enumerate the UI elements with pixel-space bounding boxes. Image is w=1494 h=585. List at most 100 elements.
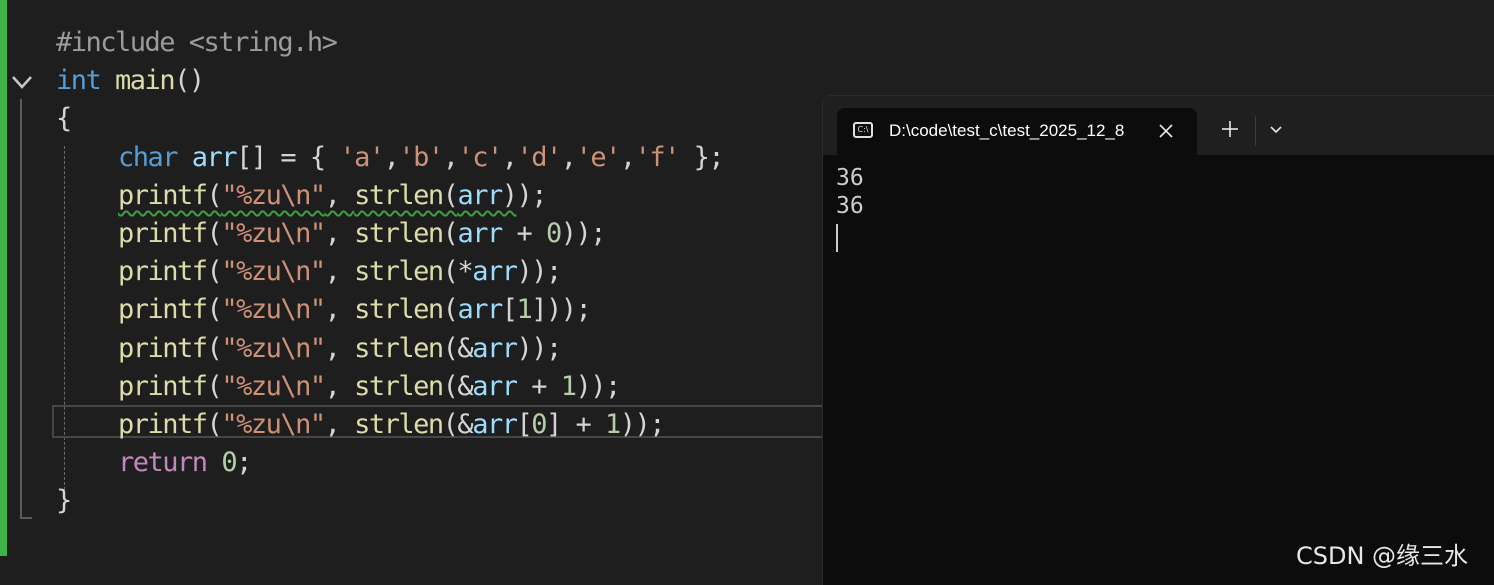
code-token: printf — [118, 370, 208, 402]
code-token: strlen — [354, 256, 444, 288]
code-line[interactable]: printf("%zu\n", strlen(*arr)); — [56, 253, 723, 291]
code-token: , — [324, 332, 355, 364]
terminal-output: 36 36 — [836, 164, 864, 220]
code-line[interactable]: printf("%zu\n", strlen(&arr)); — [56, 330, 723, 368]
code-token: 1 — [560, 370, 577, 402]
code-line[interactable]: { — [56, 100, 723, 138]
chevron-down-icon[interactable] — [10, 70, 34, 94]
code-token: [ — [516, 408, 532, 440]
tab-title: D:\code\test_c\test_2025_12_8 — [889, 121, 1125, 140]
code-line[interactable]: printf("%zu\n", strlen(&arr[0] + 1)); — [56, 406, 723, 444]
code-token: arr — [457, 217, 503, 249]
code-token: "%zu\n" — [221, 408, 326, 440]
code-token: )); — [619, 408, 666, 440]
code-token: "%zu\n" — [221, 256, 326, 288]
code-token: } — [56, 485, 72, 517]
code-token: #include <string.h> — [56, 27, 338, 58]
code-token: ( — [206, 294, 223, 326]
code-token: , — [324, 179, 355, 211]
code-token: { — [56, 103, 72, 135]
close-icon[interactable] — [1155, 120, 1177, 142]
terminal-titlebar: C:\ D:\code\test_c\test_2025_12_8 — [823, 96, 1494, 155]
code-token: arr — [472, 332, 518, 364]
code-token: ( — [206, 408, 223, 440]
terminal-icon: C:\ — [853, 122, 873, 138]
code-token: , — [619, 141, 636, 173]
code-token: printf — [118, 179, 208, 211]
code-token: (& — [442, 408, 474, 440]
code-token: "%zu\n" — [221, 332, 326, 364]
code-token: strlen — [354, 217, 444, 249]
code-token: ( — [206, 179, 223, 211]
code-token: (& — [442, 370, 474, 402]
code-token: + — [516, 370, 561, 402]
code-token: , — [324, 256, 355, 288]
code-token: (& — [442, 332, 474, 364]
code-token: ( — [206, 217, 223, 249]
code-token: 'b' — [398, 141, 444, 173]
code-token: int — [56, 65, 102, 97]
code-line[interactable]: printf("%zu\n", strlen(arr + 0)); — [56, 215, 723, 253]
code-token: return — [118, 447, 208, 479]
code-token: ; — [236, 447, 252, 479]
code-token: strlen — [354, 332, 444, 364]
text-cursor — [836, 224, 838, 252]
code-token: ) — [501, 179, 518, 211]
plus-icon[interactable] — [1219, 118, 1241, 140]
code-token: 0 — [221, 447, 237, 479]
code-token: ( — [442, 217, 459, 249]
code-token: [ — [501, 294, 518, 326]
code-token: main — [115, 65, 176, 97]
chevron-down-icon[interactable] — [1265, 118, 1287, 140]
fold-range-line — [20, 99, 22, 519]
titlebar-divider — [1255, 116, 1256, 146]
code-token: )); — [560, 217, 607, 249]
code-token: printf — [118, 408, 208, 440]
terminal-window[interactable]: C:\ D:\code\test_c\test_2025_12_8 36 36 — [822, 95, 1494, 585]
code-token: ( — [206, 332, 223, 364]
code-token: arr — [457, 294, 503, 326]
code-line[interactable]: #include <string.h> — [56, 24, 723, 62]
code-token: 'd' — [516, 141, 563, 173]
code-line[interactable]: printf("%zu\n", strlen(arr)); — [56, 177, 723, 215]
code-token: [] = { — [236, 141, 340, 173]
code-line[interactable]: return 0; — [56, 444, 723, 482]
code-token: , — [442, 141, 459, 173]
code-token: (* — [442, 256, 474, 288]
terminal-tab[interactable]: C:\ D:\code\test_c\test_2025_12_8 — [837, 108, 1197, 155]
code-token: printf — [118, 332, 208, 364]
code-token: )); — [516, 256, 562, 288]
code-line[interactable]: printf("%zu\n", strlen(arr[1])); — [56, 291, 723, 329]
code-token: strlen — [354, 294, 444, 326]
code-token: char — [118, 141, 179, 173]
code-token: printf — [118, 217, 208, 249]
output-line: 36 — [836, 193, 864, 219]
code-token: printf — [118, 294, 208, 326]
code-token: ( — [206, 370, 223, 402]
code-token: ( — [206, 256, 223, 288]
code-token: printf — [118, 256, 208, 288]
code-token: "%zu\n" — [221, 294, 326, 326]
code-token: arr — [457, 179, 503, 211]
fold-range-end — [20, 517, 32, 519]
code-token: ( — [442, 179, 459, 211]
code-token: arr — [472, 256, 518, 288]
code-token: + — [501, 217, 546, 249]
code-token: ); — [516, 179, 547, 211]
code-token: () — [174, 65, 205, 97]
code-token: arr — [472, 370, 518, 402]
code-line[interactable]: } — [56, 482, 723, 520]
code-lines[interactable]: #include <string.h> int main(){char arr[]… — [56, 24, 725, 520]
change-indicator-bar — [0, 0, 7, 556]
code-token: ] + — [546, 408, 606, 440]
code-token: 0 — [531, 408, 547, 440]
code-line[interactable]: printf("%zu\n", strlen(&arr + 1)); — [56, 368, 723, 406]
code-line[interactable]: char arr[] = { 'a','b','c','d','e','f' }… — [56, 139, 725, 177]
code-token: , — [383, 141, 400, 173]
code-token: strlen — [354, 179, 444, 211]
code-line[interactable]: int main() — [56, 62, 723, 100]
code-token: arr — [191, 141, 238, 173]
code-token: 'e' — [575, 141, 622, 173]
